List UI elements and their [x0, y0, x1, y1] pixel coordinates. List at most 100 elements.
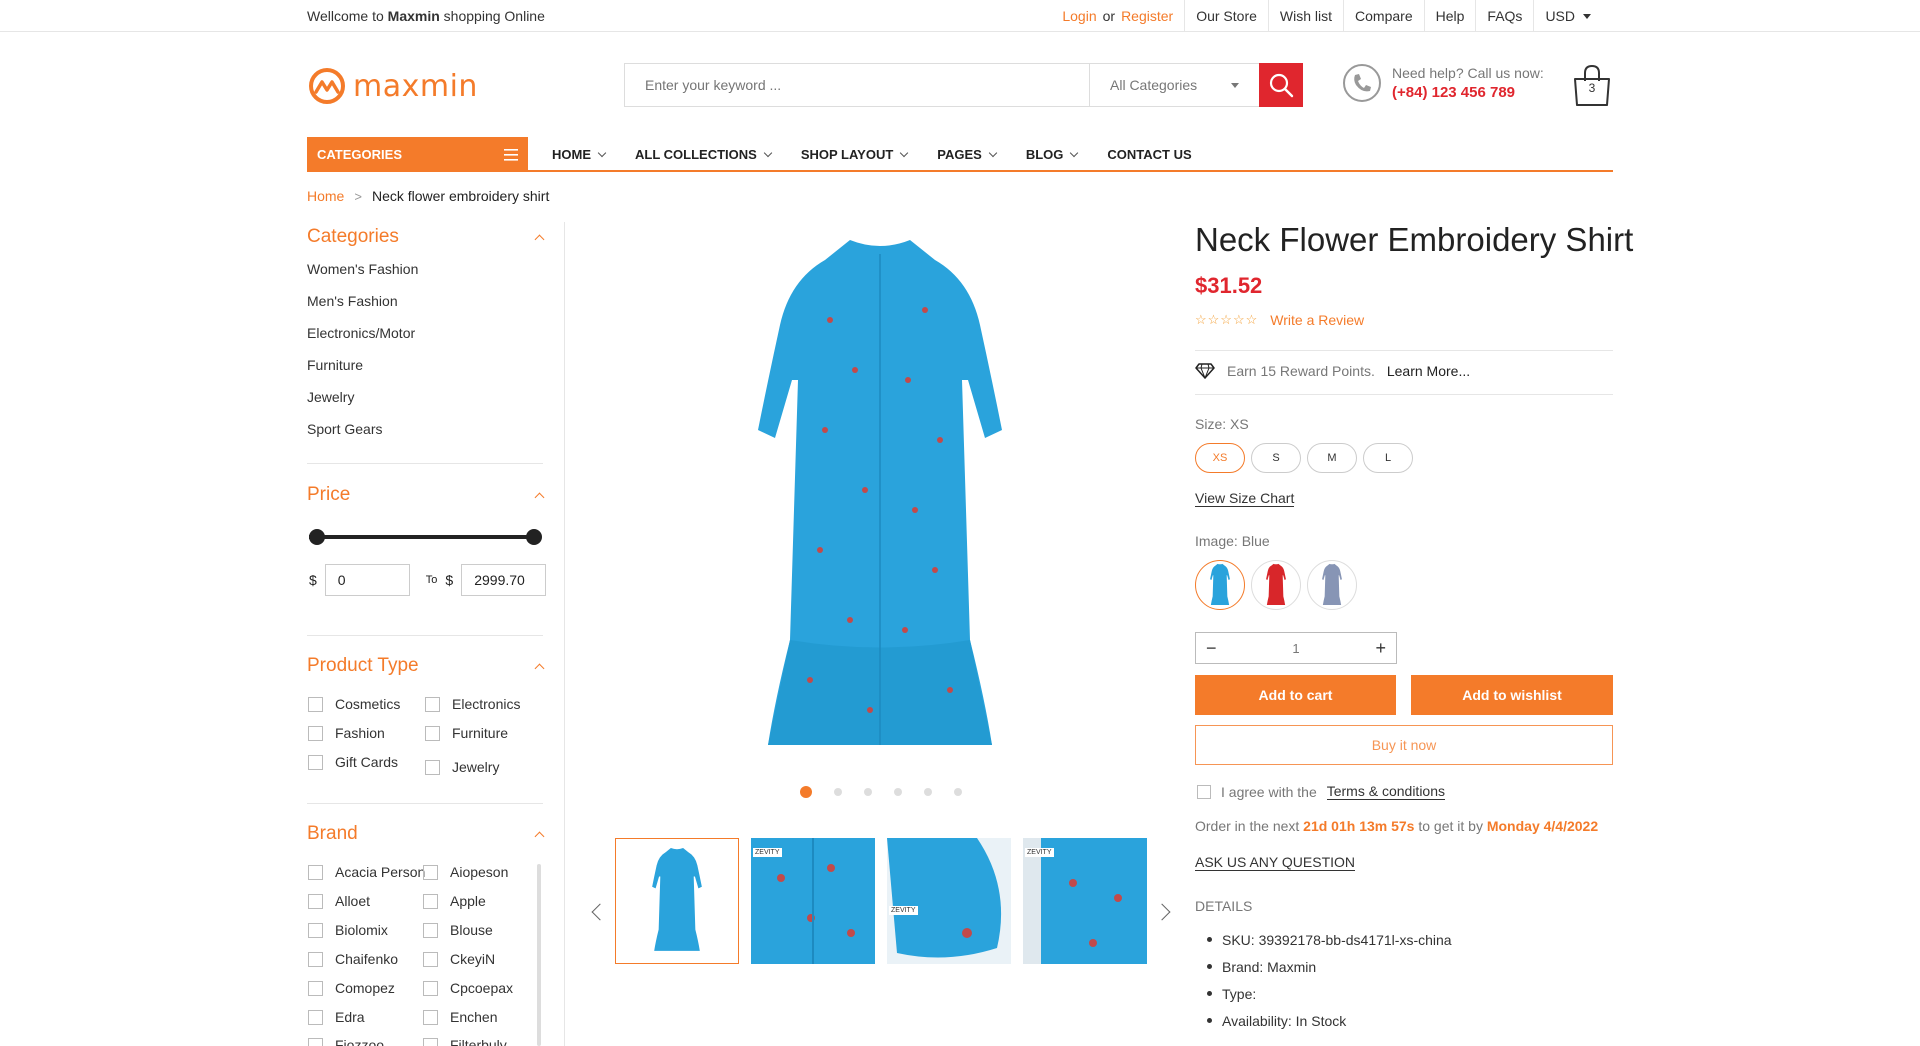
learn-more-link[interactable]: Learn More...	[1387, 363, 1470, 379]
product-type-electronics[interactable]: Electronics	[425, 696, 520, 712]
brand-option[interactable]: Filterbuly	[423, 1037, 507, 1046]
checkbox[interactable]	[308, 725, 323, 741]
search-input[interactable]	[625, 64, 1089, 106]
brand-option[interactable]: Acacia Person	[308, 864, 425, 880]
checkbox[interactable]	[423, 951, 438, 967]
checkbox[interactable]	[308, 980, 323, 996]
brand-list-scrollbar[interactable]	[537, 864, 541, 1046]
size-option-s[interactable]: S	[1251, 443, 1301, 473]
breadcrumb-home[interactable]: Home	[307, 188, 344, 204]
brand-option[interactable]: CkeyiN	[423, 951, 495, 967]
checkbox[interactable]	[308, 696, 323, 712]
checkbox[interactable]	[423, 1037, 438, 1046]
add-to-cart-button[interactable]: Add to cart	[1195, 675, 1396, 715]
logo[interactable]: maxmin	[307, 66, 478, 106]
nav-contact-us[interactable]: CONTACT US	[1107, 147, 1191, 162]
swatch-red[interactable]	[1251, 560, 1301, 610]
checkbox[interactable]	[308, 893, 323, 909]
our-store-link[interactable]: Our Store	[1184, 0, 1268, 32]
compare-link[interactable]: Compare	[1343, 0, 1424, 32]
brand-option[interactable]: Blouse	[423, 922, 493, 938]
product-type-furniture[interactable]: Furniture	[425, 725, 508, 741]
checkbox[interactable]	[423, 864, 438, 880]
gallery-dot[interactable]	[834, 788, 842, 796]
search-button[interactable]	[1259, 63, 1303, 107]
brand-option[interactable]: Enchen	[423, 1009, 497, 1025]
add-to-wishlist-button[interactable]: Add to wishlist	[1411, 675, 1613, 715]
product-type-gift-cards[interactable]: Gift Cards	[308, 754, 398, 770]
help-phone[interactable]: (+84) 123 456 789	[1392, 83, 1544, 103]
quantity-input[interactable]: 1	[1292, 641, 1299, 656]
currency-selector[interactable]: USD	[1533, 0, 1602, 32]
price-section-header[interactable]: Price	[307, 484, 545, 506]
brand-option[interactable]: Fiozzoo	[308, 1037, 384, 1046]
ask-question-link[interactable]: ASK US ANY QUESTION	[1195, 854, 1356, 871]
checkbox[interactable]	[308, 754, 323, 770]
nav-pages[interactable]: PAGES	[937, 147, 998, 162]
gallery-dot[interactable]	[864, 788, 872, 796]
product-type-fashion[interactable]: Fashion	[308, 725, 385, 741]
checkbox[interactable]	[423, 1009, 438, 1025]
checkbox[interactable]	[308, 922, 323, 938]
checkbox[interactable]	[308, 951, 323, 967]
terms-checkbox[interactable]	[1197, 784, 1211, 799]
checkbox[interactable]	[308, 1009, 323, 1025]
register-link[interactable]: Register	[1121, 8, 1173, 24]
nav-blog[interactable]: BLOG	[1026, 147, 1079, 162]
swatch-blue[interactable]	[1195, 560, 1245, 610]
checkbox[interactable]	[425, 759, 440, 775]
thumbnail[interactable]: ZEVITY	[887, 838, 1011, 964]
checkbox[interactable]	[425, 725, 440, 741]
gallery-next-button[interactable]	[1152, 902, 1172, 922]
checkbox[interactable]	[425, 696, 440, 712]
price-slider-min-handle[interactable]	[309, 529, 325, 545]
swatch-gray-blue[interactable]	[1307, 560, 1357, 610]
brand-option[interactable]: Aiopeson	[423, 864, 508, 880]
category-electronics-motor[interactable]: Electronics/Motor	[307, 325, 415, 341]
product-type-jewelry[interactable]: Jewelry	[425, 759, 499, 775]
thumbnail[interactable]	[615, 838, 739, 964]
category-womens-fashion[interactable]: Women's Fashion	[307, 261, 418, 277]
checkbox[interactable]	[423, 893, 438, 909]
cart-button[interactable]: 3	[1572, 63, 1612, 107]
help-link[interactable]: Help	[1423, 0, 1476, 32]
nav-all-collections[interactable]: ALL COLLECTIONS	[635, 147, 773, 162]
terms-link[interactable]: Terms & conditions	[1326, 783, 1446, 800]
category-furniture[interactable]: Furniture	[307, 357, 363, 373]
gallery-dot[interactable]	[954, 788, 962, 796]
category-jewelry[interactable]: Jewelry	[307, 389, 354, 405]
wish-list-link[interactable]: Wish list	[1267, 0, 1343, 32]
plus-icon[interactable]: +	[1375, 638, 1386, 659]
minus-icon[interactable]: −	[1206, 638, 1217, 659]
size-option-m[interactable]: M	[1307, 443, 1357, 473]
gallery-dot[interactable]	[924, 788, 932, 796]
checkbox[interactable]	[423, 922, 438, 938]
brand-option[interactable]: Comopez	[308, 980, 395, 996]
thumbnail[interactable]: ZEVITY	[751, 838, 875, 964]
buy-it-now-button[interactable]: Buy it now	[1195, 725, 1613, 765]
login-link[interactable]: Login	[1062, 8, 1096, 24]
write-review-link[interactable]: Write a Review	[1270, 312, 1364, 328]
thumbnail[interactable]: ZEVITY	[1023, 838, 1147, 964]
product-type-cosmetics[interactable]: Cosmetics	[308, 696, 400, 712]
categories-menu-button[interactable]: CATEGORIES	[307, 137, 528, 172]
category-mens-fashion[interactable]: Men's Fashion	[307, 293, 398, 309]
view-size-chart-link[interactable]: View Size Chart	[1195, 490, 1295, 507]
brand-option[interactable]: Apple	[423, 893, 486, 909]
search-category-select[interactable]: All Categories	[1089, 64, 1259, 106]
price-slider-max-handle[interactable]	[526, 529, 542, 545]
brand-option[interactable]: Chaifenko	[308, 951, 398, 967]
categories-section-header[interactable]: Categories	[307, 226, 545, 248]
brand-section-header[interactable]: Brand	[307, 823, 545, 845]
gallery-dot[interactable]	[800, 786, 812, 798]
brand-option[interactable]: Biolomix	[308, 922, 388, 938]
brand-option[interactable]: Cpcoepax	[423, 980, 513, 996]
product-main-image[interactable]	[590, 220, 1170, 780]
faqs-link[interactable]: FAQs	[1475, 0, 1533, 32]
size-option-xs[interactable]: XS	[1195, 443, 1245, 473]
checkbox[interactable]	[308, 1037, 323, 1046]
category-sport-gears[interactable]: Sport Gears	[307, 421, 382, 437]
nav-home[interactable]: HOME	[552, 147, 607, 162]
brand-option[interactable]: Alloet	[308, 893, 370, 909]
price-max-input[interactable]: 2999.70	[461, 564, 547, 596]
